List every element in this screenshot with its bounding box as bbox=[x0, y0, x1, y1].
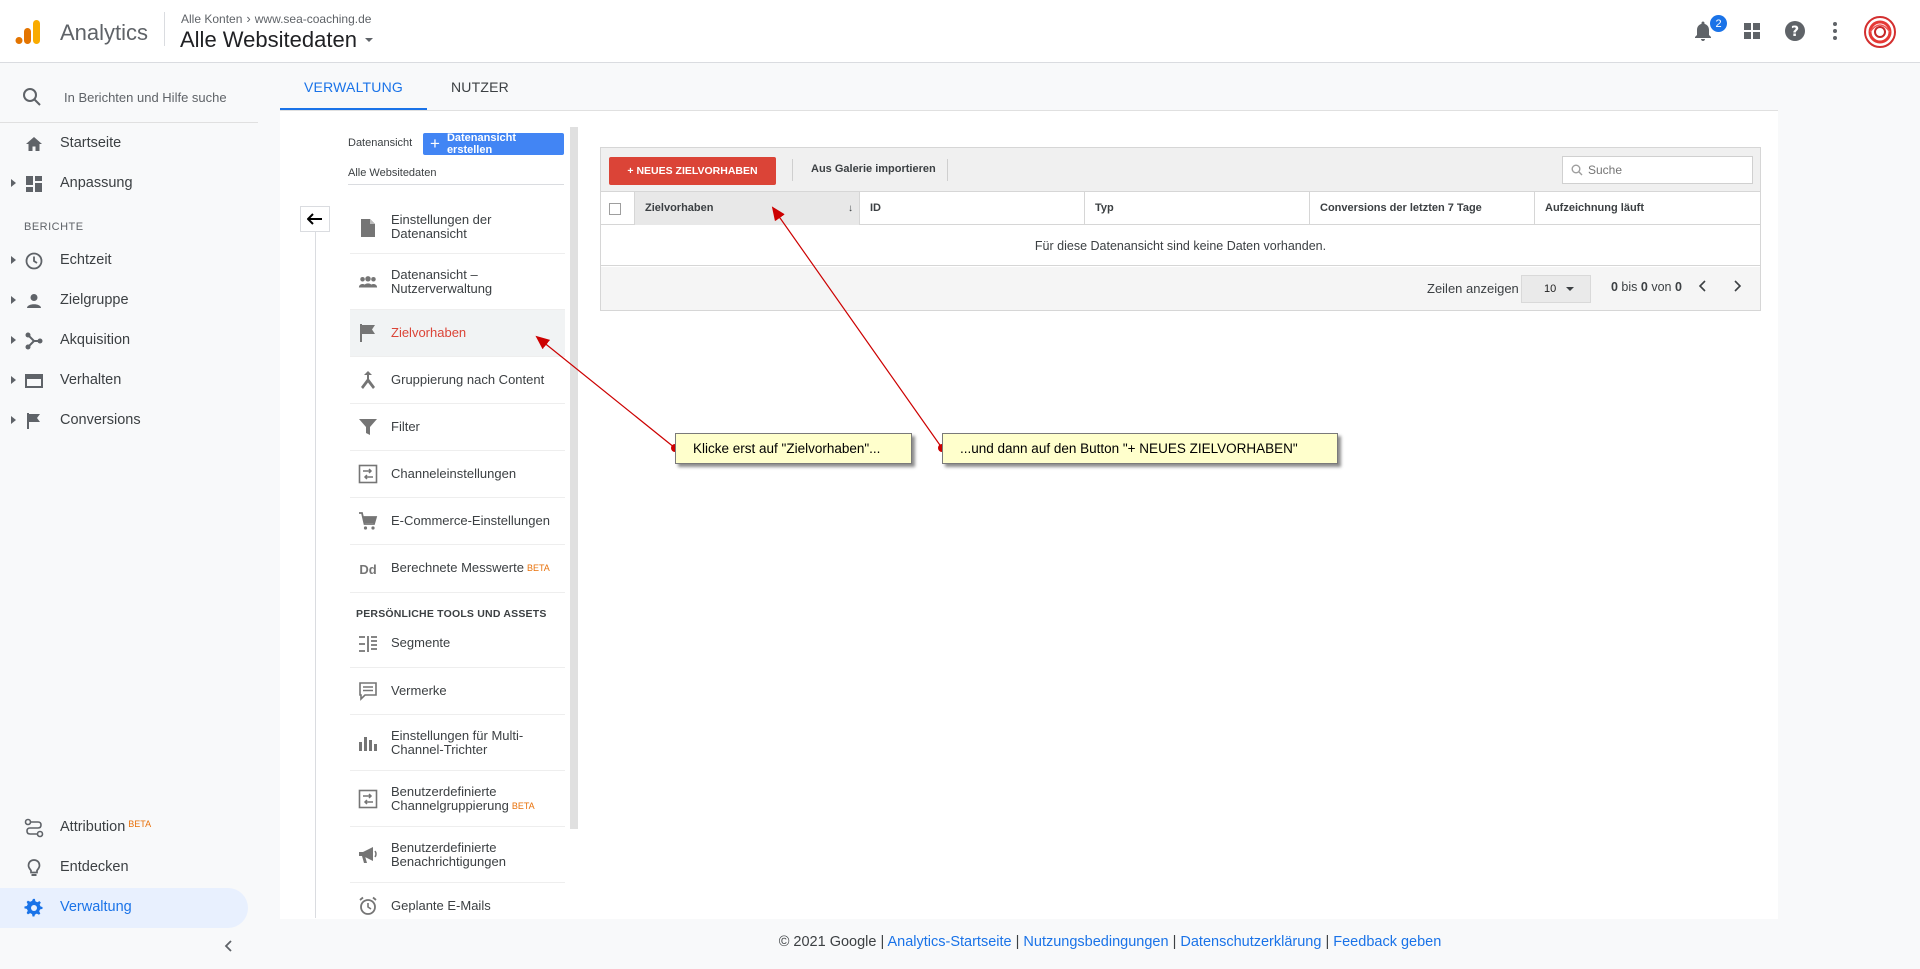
copyright: © 2021 Google | bbox=[778, 934, 888, 950]
annotation-arrows bbox=[535, 206, 946, 452]
footer-link-privacy[interactable]: Datenschutzerklärung bbox=[1180, 934, 1321, 950]
footer-link-feedback[interactable]: Feedback geben bbox=[1333, 934, 1441, 950]
arrow-to-goals-menu bbox=[535, 335, 676, 449]
callout-step-two: ...und dann auf den Button "+ NEUES ZIEL… bbox=[942, 433, 1338, 464]
page-footer: © 2021 Google | Analytics-Startseite | N… bbox=[778, 934, 1442, 950]
footer-link-terms[interactable]: Nutzungsbedingungen bbox=[1023, 934, 1168, 950]
arrow-to-new-goal-button bbox=[771, 206, 943, 449]
footer-link-analytics-home[interactable]: Analytics-Startseite bbox=[887, 934, 1011, 950]
callout-step-one: Klicke erst auf "Zielvorhaben"... bbox=[675, 433, 912, 464]
